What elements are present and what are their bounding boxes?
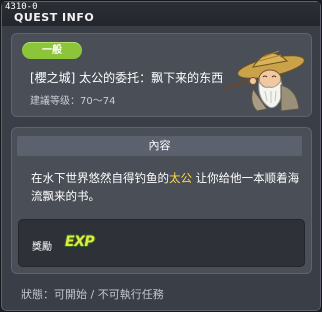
npc-portrait-icon [224, 50, 305, 112]
reward-box [18, 219, 305, 267]
npc-name-link[interactable]: 太公 [169, 171, 192, 185]
quest-recommended-level: 建議等级：70～74 [30, 96, 116, 107]
quest-description: 在水下世界悠然自得钓鱼的太公 让你给他一本顺着海流飘来的书。 [31, 169, 301, 205]
window-title: QUEST INFO [14, 11, 95, 24]
exp-reward-icon: EXP [65, 234, 95, 250]
content-section-header: 內容 [17, 136, 302, 156]
quest-status: 狀態：可開始 / 不可執行任務 [21, 288, 164, 301]
reward-label: 獎勵 [32, 242, 52, 253]
description-text-before: 在水下世界悠然自得钓鱼的 [31, 171, 169, 185]
quest-info-window: 4310-0 QUEST INFO 一般 [櫻之城] 太公的委托：飘下来的东西 … [0, 0, 322, 312]
quest-category-badge: 一般 [22, 42, 82, 59]
title-bar[interactable]: 4310-0 QUEST INFO [2, 2, 320, 26]
quest-name: [櫻之城] 太公的委托：飘下来的东西 [30, 71, 224, 85]
